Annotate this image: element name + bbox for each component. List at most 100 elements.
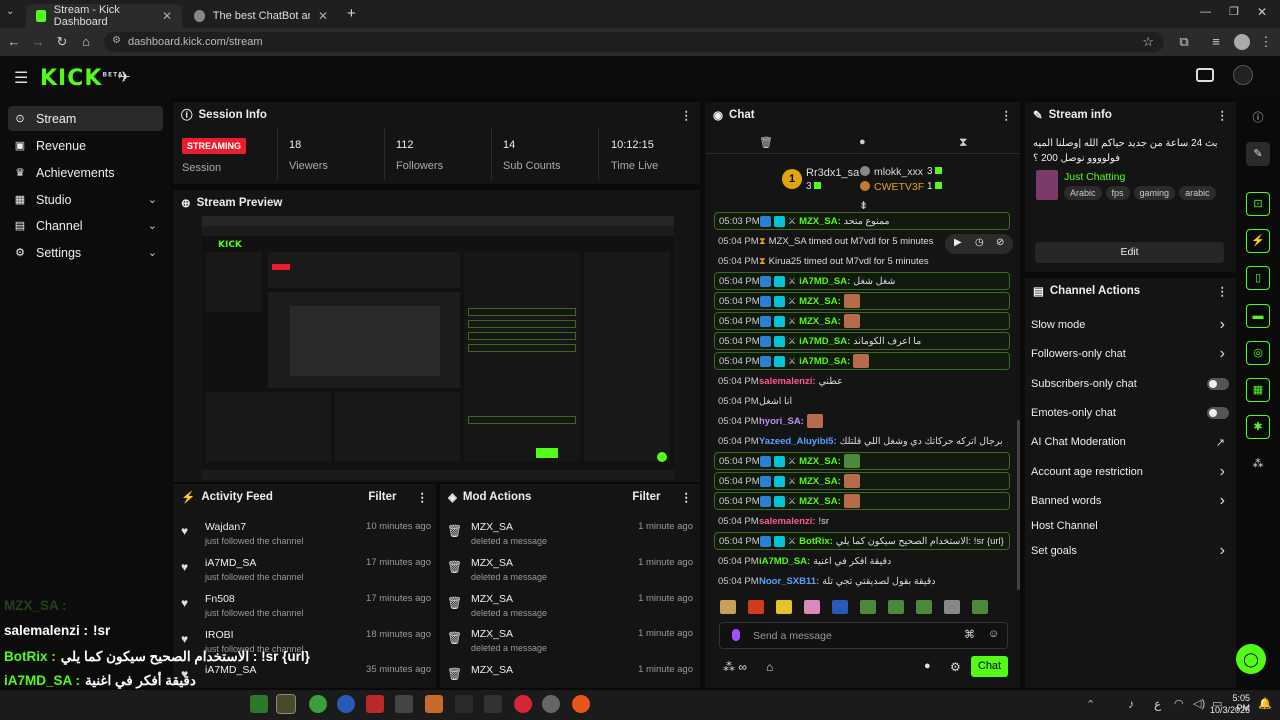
chat-input[interactable]: Send a message ⌘ ☺ bbox=[719, 622, 1008, 649]
emote-icon[interactable] bbox=[804, 600, 820, 614]
taskbar-app-icon[interactable] bbox=[337, 695, 355, 713]
channel-action-item[interactable]: Host Channel bbox=[1031, 516, 1231, 536]
leader-name[interactable]: mlokk_xxx bbox=[874, 166, 923, 178]
play-icon[interactable]: ▶ bbox=[954, 237, 962, 248]
chat-username[interactable]: Yazeed_Aluyibi5: bbox=[759, 436, 837, 447]
chat-username[interactable]: salemalenzi: bbox=[759, 516, 816, 527]
store-icon[interactable]: ⌂ bbox=[766, 660, 773, 674]
more-options-icon[interactable]: ⋮ bbox=[1217, 108, 1229, 122]
emote-icon[interactable] bbox=[860, 600, 876, 614]
gear-icon[interactable]: ⚙ bbox=[950, 660, 961, 674]
chat-username[interactable]: iA7MD_SA: bbox=[799, 276, 850, 287]
taskbar-app-icon[interactable] bbox=[514, 695, 532, 713]
channel-action-item[interactable]: Slow mode › bbox=[1031, 315, 1231, 335]
chat-username[interactable]: MZX_SA: bbox=[799, 476, 841, 487]
wifi-icon[interactable]: ◠ bbox=[1174, 697, 1184, 710]
chat-username[interactable]: hyori_SA: bbox=[759, 416, 804, 427]
translate-icon[interactable]: ⌘ bbox=[964, 628, 975, 641]
clock-date[interactable]: 10/3/2025 bbox=[1204, 705, 1250, 715]
chat-send-button[interactable]: Chat bbox=[971, 656, 1008, 677]
emote-icon[interactable] bbox=[888, 600, 904, 614]
media-icon[interactable]: ≡ bbox=[1208, 34, 1224, 50]
bookmark-star-icon[interactable]: ☆ bbox=[1142, 34, 1154, 50]
studio-icon[interactable] bbox=[1196, 68, 1214, 82]
chat-message[interactable]: 05:03 PM ⚔ MZX_SA: ممنوع منحد bbox=[714, 212, 1010, 230]
emote-icon[interactable] bbox=[944, 600, 960, 614]
tag[interactable]: gaming bbox=[1133, 186, 1176, 200]
category-thumbnail[interactable] bbox=[1036, 170, 1058, 200]
chat-message[interactable]: 05:04 PM ⚔ BotRix: الاستخدام الصحيح سيكون ك… bbox=[714, 532, 1010, 550]
new-tab-icon[interactable]: + bbox=[347, 5, 356, 22]
sidebar-item-settings[interactable]: ⚙ Settings ⌄ bbox=[8, 240, 163, 265]
chat-message[interactable]: 05:04 PM انا اشغل bbox=[714, 392, 1010, 410]
stream-preview-video[interactable]: KICK bbox=[202, 216, 674, 480]
focus-icon[interactable]: ⊡ bbox=[1246, 192, 1270, 216]
taskbar-app-icon[interactable] bbox=[425, 695, 443, 713]
hamburger-icon[interactable]: ☰ bbox=[14, 68, 28, 88]
chat-message[interactable]: 05:04 PM ⚔ MZX_SA: bbox=[714, 312, 1010, 330]
forward-icon[interactable]: → bbox=[30, 34, 46, 50]
minimize-icon[interactable]: — bbox=[1200, 6, 1211, 18]
channel-action-item[interactable]: Set goals › bbox=[1031, 541, 1231, 561]
emoji-icon[interactable]: ☺ bbox=[988, 628, 999, 640]
chat-message[interactable]: 05:04 PM ⧗ Kirua25 timed out M7vdl for 5 m… bbox=[714, 252, 1010, 270]
chat-message[interactable]: 05:04 PM Yazeed_Aluyibi5: برجال اتركه حركا… bbox=[714, 432, 1010, 450]
tag[interactable]: arabic bbox=[1179, 186, 1216, 200]
ban-icon[interactable]: ⊘ bbox=[996, 237, 1004, 248]
tag[interactable]: Arabic bbox=[1064, 186, 1102, 200]
chat-username[interactable]: MZX_SA: bbox=[799, 316, 841, 327]
language-indicator[interactable]: ع bbox=[1154, 697, 1161, 711]
chat-message[interactable]: 05:04 PM ⚔ iA7MD_SA: bbox=[714, 352, 1010, 370]
chat-message[interactable]: 05:04 PM ⚔ iA7MD_SA: ما اعرف الكوماند bbox=[714, 332, 1010, 350]
channel-action-item[interactable]: AI Chat Moderation ↗ bbox=[1031, 432, 1231, 452]
info-icon[interactable]: ⓘ bbox=[1246, 106, 1270, 130]
chat-message[interactable]: 05:04 PM salemalenzi: !sr bbox=[714, 512, 1010, 530]
channel-action-item[interactable]: Subscribers-only chat bbox=[1031, 374, 1231, 394]
maximize-icon[interactable]: ❐ bbox=[1229, 5, 1239, 18]
chat-message[interactable]: 05:04 PM ⚔ MZX_SA: bbox=[714, 472, 1010, 490]
hourglass-icon[interactable]: ⧗ bbox=[959, 135, 967, 150]
chat-message[interactable]: 05:04 PM ⚔ MZX_SA: bbox=[714, 452, 1010, 470]
url-field[interactable]: ⚙ dashboard.kick.com/stream ☆ bbox=[104, 32, 1164, 52]
tab-kick-dashboard[interactable]: Stream - Kick Dashboard ✕ bbox=[26, 4, 182, 28]
user-avatar[interactable] bbox=[1233, 65, 1253, 85]
emote-icon[interactable] bbox=[776, 600, 792, 614]
trash-icon[interactable]: 🗑 bbox=[759, 136, 773, 149]
chat-message[interactable]: 05:04 PM hyori_SA: bbox=[714, 412, 1010, 430]
tray-chevron-icon[interactable]: ⌃ bbox=[1086, 698, 1095, 711]
taskbar-app-icon[interactable] bbox=[455, 695, 473, 713]
home-icon[interactable]: ⌂ bbox=[78, 34, 94, 50]
chat-icon[interactable]: ▬ bbox=[1246, 304, 1270, 328]
taskbar-app-icon[interactable] bbox=[309, 695, 327, 713]
site-info-icon[interactable]: ⚙ bbox=[112, 35, 121, 46]
chat-username[interactable]: BotRix: bbox=[799, 536, 833, 547]
chat-message[interactable]: 05:04 PM ⚔ MZX_SA: bbox=[714, 292, 1010, 310]
chat-username[interactable]: iA7MD_SA: bbox=[759, 556, 810, 567]
channel-action-item[interactable]: Account age restriction › bbox=[1031, 462, 1231, 482]
extensions-icon[interactable]: ⧉ bbox=[1176, 34, 1192, 50]
taskbar-app-icon[interactable] bbox=[572, 695, 590, 713]
edit-button[interactable]: Edit bbox=[1035, 242, 1224, 263]
channel-action-item[interactable]: Emotes-only chat bbox=[1031, 403, 1231, 423]
more-options-icon[interactable]: ⋮ bbox=[1217, 284, 1229, 298]
close-icon[interactable]: ✕ bbox=[162, 9, 172, 23]
emote-icon[interactable] bbox=[748, 600, 764, 614]
tab-chatbot[interactable]: The best ChatBot and Widgets f ✕ bbox=[184, 4, 338, 28]
edit-icon[interactable]: ✎ bbox=[1246, 142, 1270, 166]
channel-action-item[interactable]: Followers-only chat › bbox=[1031, 344, 1231, 364]
kick-logo[interactable]: KICKBETA bbox=[40, 66, 123, 91]
taskbar-app-icon[interactable] bbox=[250, 695, 268, 713]
bolt-icon[interactable]: ⚡ bbox=[1246, 229, 1270, 253]
category-link[interactable]: Just Chatting bbox=[1064, 171, 1125, 183]
emote-icon[interactable] bbox=[916, 600, 932, 614]
chat-message[interactable]: 05:04 PM Noor_SXB11: دقيقة بقول لصديقتي تج… bbox=[714, 572, 1010, 590]
document-icon[interactable]: ▯ bbox=[1246, 266, 1270, 290]
chat-username[interactable]: MZX_SA: bbox=[799, 496, 841, 507]
mic-icon[interactable] bbox=[732, 629, 740, 641]
taskbar-app-icon[interactable] bbox=[366, 695, 384, 713]
support-chat-icon[interactable]: ◯ bbox=[1236, 644, 1266, 674]
more-options-icon[interactable]: ⋮ bbox=[417, 490, 429, 504]
back-icon[interactable]: ← bbox=[6, 34, 22, 50]
taskbar-app-icon[interactable] bbox=[276, 694, 296, 714]
points-icon[interactable]: ⁂ ∞ bbox=[723, 660, 747, 674]
